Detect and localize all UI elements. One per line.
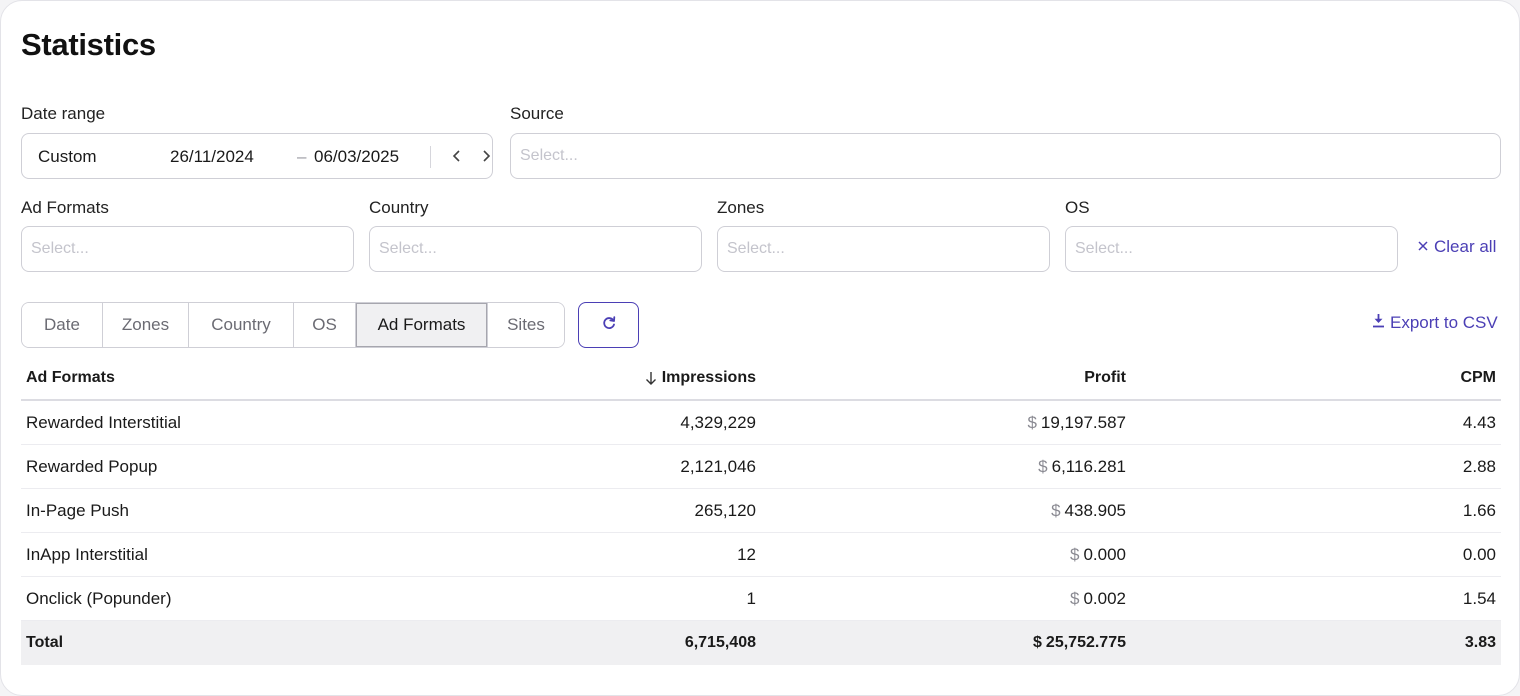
date-range-label: Date range	[21, 104, 106, 123]
cell-ad-format: In-Page Push	[26, 500, 130, 520]
total-profit-value: 25,752.775	[1045, 634, 1126, 651]
cell-cpm: 0.00	[1462, 544, 1496, 564]
cell-ad-format: Rewarded Interstitial	[26, 412, 181, 432]
cell-ad-format: Onclick (Popunder)	[26, 588, 172, 608]
column-header-ad-formats[interactable]: Ad Formats	[26, 357, 115, 399]
currency-symbol: $	[1033, 634, 1042, 651]
column-header-cpm[interactable]: CPM	[1460, 357, 1496, 399]
chevron-left-icon[interactable]	[448, 144, 466, 168]
clear-all-button[interactable]: Clear all	[1417, 237, 1496, 257]
cell-profit-value: 19,197.587	[1040, 412, 1126, 432]
clear-all-label: Clear all	[1434, 237, 1497, 256]
column-header-profit[interactable]: Profit	[1084, 357, 1126, 399]
cell-impressions: 12	[737, 544, 756, 564]
ad-formats-label: Ad Formats	[21, 198, 109, 217]
table-row: Rewarded Interstitial 4,329,229 $19,197.…	[21, 401, 1501, 445]
close-icon	[1417, 237, 1429, 257]
cell-impressions: 265,120	[694, 500, 756, 520]
os-label: OS	[1065, 198, 1090, 217]
cell-impressions: 1	[746, 588, 756, 608]
zones-label: Zones	[717, 198, 765, 217]
tab-ad-formats[interactable]: Ad Formats	[356, 303, 488, 347]
table-row: In-Page Push 265,120 $438.905 1.66	[21, 489, 1501, 533]
country-select[interactable]: Select...	[369, 226, 702, 272]
refresh-button[interactable]	[578, 302, 639, 348]
date-separator: –	[297, 147, 307, 166]
total-label: Total	[26, 634, 64, 651]
column-header-impressions[interactable]: Impressions	[645, 357, 756, 399]
date-start-input[interactable]: 26/11/2024	[170, 147, 254, 167]
date-end-input[interactable]: 06/03/2025	[314, 147, 399, 167]
date-range-picker[interactable]: Custom 26/11/2024 – 06/03/2025	[21, 133, 493, 179]
cell-ad-format: InApp Interstitial	[26, 544, 148, 564]
table-row: Onclick (Popunder) 1 $0.002 1.54	[21, 577, 1501, 621]
date-preset-select[interactable]: Custom	[38, 147, 97, 167]
currency-symbol: $	[1069, 544, 1080, 564]
currency-symbol: $	[1038, 456, 1048, 476]
ad-formats-select[interactable]: Select...	[21, 226, 354, 272]
cell-impressions: 4,329,229	[680, 412, 756, 432]
cell-cpm: 1.54	[1462, 588, 1496, 608]
cell-cpm: 4.43	[1462, 412, 1496, 432]
group-by-tabs: Date Zones Country OS Ad Formats Sites	[21, 302, 565, 348]
total-impressions: 6,715,408	[684, 634, 756, 651]
cell-cpm: 2.88	[1462, 456, 1496, 476]
total-cpm: 3.83	[1464, 634, 1496, 651]
cell-profit-value: 6,116.281	[1051, 456, 1126, 476]
source-label: Source	[510, 104, 564, 123]
tab-sites[interactable]: Sites	[488, 303, 564, 347]
source-select[interactable]: Select...	[510, 133, 1501, 179]
cell-ad-format: Rewarded Popup	[26, 456, 158, 476]
os-select[interactable]: Select...	[1065, 226, 1398, 272]
zones-select[interactable]: Select...	[717, 226, 1050, 272]
cell-profit-value: 438.905	[1064, 500, 1126, 520]
cell-profit: $438.905	[1051, 489, 1126, 532]
cell-profit-value: 0.000	[1083, 544, 1126, 564]
page-title: Statistics	[21, 27, 156, 62]
cell-profit: $6,116.281	[1038, 445, 1126, 488]
currency-symbol: $	[1027, 412, 1037, 432]
divider	[430, 146, 431, 168]
tab-os[interactable]: OS	[294, 303, 356, 347]
download-icon	[1372, 313, 1385, 333]
tab-country[interactable]: Country	[189, 303, 294, 347]
currency-symbol: $	[1051, 500, 1061, 520]
export-label: Export to CSV	[1390, 313, 1498, 332]
arrow-down-icon	[645, 371, 657, 386]
cell-impressions: 2,121,046	[680, 456, 756, 476]
cell-profit: $0.002	[1070, 577, 1126, 620]
chevron-right-icon[interactable]	[477, 144, 495, 168]
cell-profit-value: 0.002	[1083, 588, 1126, 608]
table-total-row: Total 6,715,408 $25,752.775 3.83	[21, 621, 1501, 665]
cell-cpm: 1.66	[1462, 500, 1496, 520]
table-row: InApp Interstitial 12 $0.000 0.00	[21, 533, 1501, 577]
table-header: Ad Formats Impressions Profit CPM	[21, 357, 1501, 401]
country-label: Country	[369, 198, 429, 217]
cell-profit: $19,197.587	[1027, 401, 1126, 444]
currency-symbol: $	[1069, 588, 1080, 608]
tab-zones[interactable]: Zones	[103, 303, 189, 347]
cell-profit: $0.000	[1070, 533, 1126, 576]
tab-date[interactable]: Date	[22, 303, 103, 347]
table-row: Rewarded Popup 2,121,046 $6,116.281 2.88	[21, 445, 1501, 489]
refresh-icon	[601, 315, 617, 336]
column-header-impressions-label: Impressions	[661, 369, 756, 386]
statistics-card: Statistics Date range Custom 26/11/2024 …	[0, 0, 1520, 696]
total-profit: $25,752.775	[1033, 621, 1126, 665]
stats-table: Ad Formats Impressions Profit CPM Reward…	[21, 357, 1501, 665]
export-csv-button[interactable]: Export to CSV	[1372, 313, 1498, 333]
